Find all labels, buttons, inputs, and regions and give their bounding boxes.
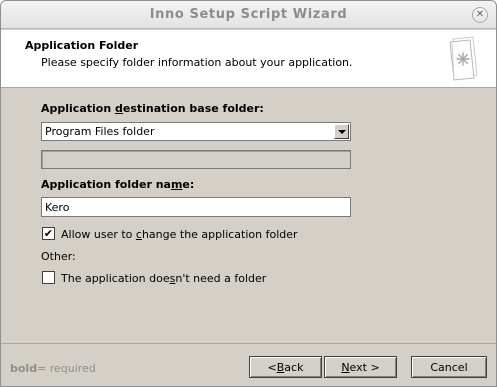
allow-change-checkbox[interactable]: ✔	[42, 227, 55, 240]
allow-change-label[interactable]: Allow user to change the application fol…	[61, 228, 298, 241]
folder-name-field[interactable]	[41, 197, 351, 217]
legend-bold-text: bold	[10, 362, 38, 375]
next-button[interactable]: Next >	[324, 356, 397, 378]
legend-required-text: = required	[37, 362, 96, 375]
close-icon: ✕	[475, 9, 485, 20]
dest-folder-selected-value: Program Files folder	[45, 125, 155, 138]
wizard-window: Inno Setup Script Wizard ✕ Application F…	[0, 0, 497, 387]
title-bar[interactable]: Inno Setup Script Wizard ✕	[1, 1, 496, 29]
window-title: Inno Setup Script Wizard	[149, 7, 348, 22]
checkmark-icon: ✔	[43, 227, 54, 240]
dropdown-arrow-button[interactable]	[334, 124, 349, 139]
custom-folder-field	[41, 150, 351, 169]
page-subtitle: Please specify folder information about …	[41, 56, 353, 69]
dest-folder-select[interactable]: Program Files folder	[41, 122, 351, 141]
close-button[interactable]: ✕	[472, 7, 488, 23]
no-folder-label[interactable]: The application doesn't need a folder	[61, 272, 266, 285]
no-folder-checkbox[interactable]	[42, 271, 55, 284]
other-label: Other:	[41, 250, 76, 263]
footer-divider	[1, 343, 496, 344]
page-title: Application Folder	[25, 39, 139, 52]
folder-name-input[interactable]	[42, 198, 350, 216]
wizard-header: Application Folder Please specify folder…	[1, 30, 496, 88]
dest-folder-label: Application destination base folder:	[41, 102, 264, 115]
chevron-down-icon	[337, 129, 346, 134]
wizard-book-icon	[449, 36, 478, 81]
cancel-button[interactable]: Cancel	[411, 356, 487, 378]
back-button[interactable]: < Back	[249, 356, 322, 378]
folder-name-label: Application folder name:	[41, 178, 195, 191]
